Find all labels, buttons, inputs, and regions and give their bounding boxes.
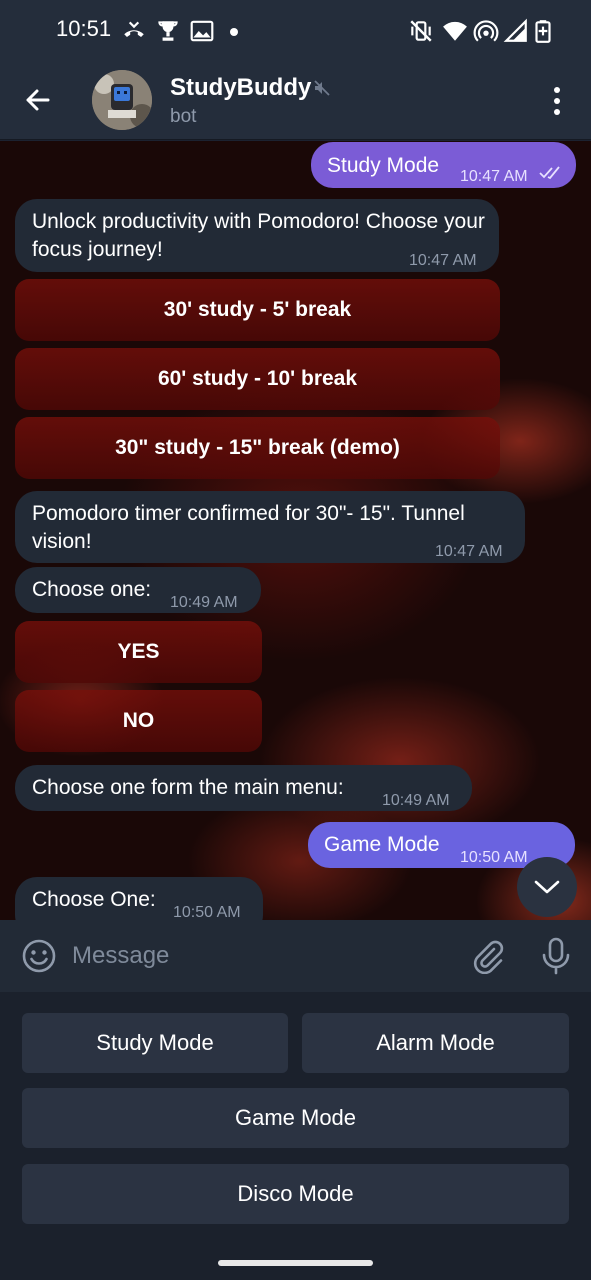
navigation-bar	[0, 1246, 591, 1280]
study-mode-button[interactable]: Study Mode	[22, 1013, 288, 1073]
alarm-mode-button[interactable]: Alarm Mode	[302, 1013, 569, 1073]
battery-icon	[535, 20, 551, 43]
game-mode-button[interactable]: Game Mode	[22, 1088, 569, 1148]
message-text: Choose one:	[32, 578, 152, 601]
microphone-icon[interactable]	[538, 936, 574, 976]
message-time: 10:47 AM	[409, 252, 477, 269]
chat-subtitle: bot	[170, 106, 197, 127]
incoming-message[interactable]: Choose one: 10:49 AM	[15, 567, 261, 613]
hotspot-icon	[473, 20, 499, 42]
incoming-message[interactable]: Unlock productivity with Pomodoro! Choos…	[15, 199, 499, 272]
inline-button-yes[interactable]: YES	[15, 621, 262, 683]
missed-call-icon	[124, 21, 144, 37]
avatar[interactable]	[92, 70, 152, 130]
message-text: Game Mode	[324, 833, 440, 856]
message-text: Choose one form the main menu:	[32, 776, 344, 799]
message-input[interactable]	[72, 938, 452, 974]
incoming-message[interactable]: Choose One: 10:50 AM	[15, 877, 263, 920]
reply-keyboard: Study Mode Alarm Mode Game Mode Disco Mo…	[0, 992, 591, 1246]
chevron-down-icon	[534, 880, 560, 894]
scroll-down-button[interactable]	[517, 857, 577, 917]
incoming-message[interactable]: Choose one form the main menu: 10:49 AM	[15, 765, 472, 811]
chat-area[interactable]: Study Mode 10:47 AM Unlock productivity …	[0, 141, 591, 920]
inline-button-no[interactable]: NO	[15, 690, 262, 752]
dot-icon	[230, 28, 238, 36]
message-time: 10:49 AM	[170, 594, 238, 611]
message-time: 10:49 AM	[382, 792, 450, 809]
message-text: Study Mode	[327, 154, 440, 177]
message-composer	[0, 920, 591, 992]
inline-button-60-study[interactable]: 60' study - 10' break	[15, 348, 500, 410]
back-arrow-icon[interactable]	[18, 80, 58, 120]
trophy-icon	[158, 21, 178, 41]
incoming-message[interactable]: Pomodoro timer confirmed for 30"- 15". T…	[15, 491, 525, 563]
read-checks-icon	[539, 166, 560, 180]
emoji-icon[interactable]	[20, 937, 58, 975]
message-time: 10:50 AM	[173, 904, 241, 920]
inline-button-demo[interactable]: 30" study - 15" break (demo)	[15, 417, 500, 479]
home-indicator[interactable]	[218, 1260, 373, 1266]
disco-mode-button[interactable]: Disco Mode	[22, 1164, 569, 1224]
vibrate-off-icon	[410, 20, 432, 42]
message-text: Choose One:	[32, 888, 156, 911]
status-time: 10:51	[56, 16, 112, 41]
signal-icon	[503, 18, 527, 42]
robot-avatar-icon	[92, 70, 152, 130]
muted-icon	[314, 80, 330, 96]
more-menu-icon[interactable]	[540, 82, 574, 120]
message-time: 10:50 AM	[460, 849, 528, 866]
chat-header: StudyBuddy bot	[0, 60, 591, 140]
outgoing-message[interactable]: Study Mode 10:47 AM	[311, 142, 576, 188]
inline-button-30-study[interactable]: 30' study - 5' break	[15, 279, 500, 341]
wifi-icon	[443, 21, 467, 41]
status-bar: 10:51	[0, 0, 591, 60]
chat-title[interactable]: StudyBuddy	[170, 74, 311, 102]
gallery-icon	[190, 20, 214, 42]
message-time: 10:47 AM	[460, 168, 528, 185]
attach-icon[interactable]	[470, 938, 506, 974]
message-time: 10:47 AM	[435, 543, 503, 560]
